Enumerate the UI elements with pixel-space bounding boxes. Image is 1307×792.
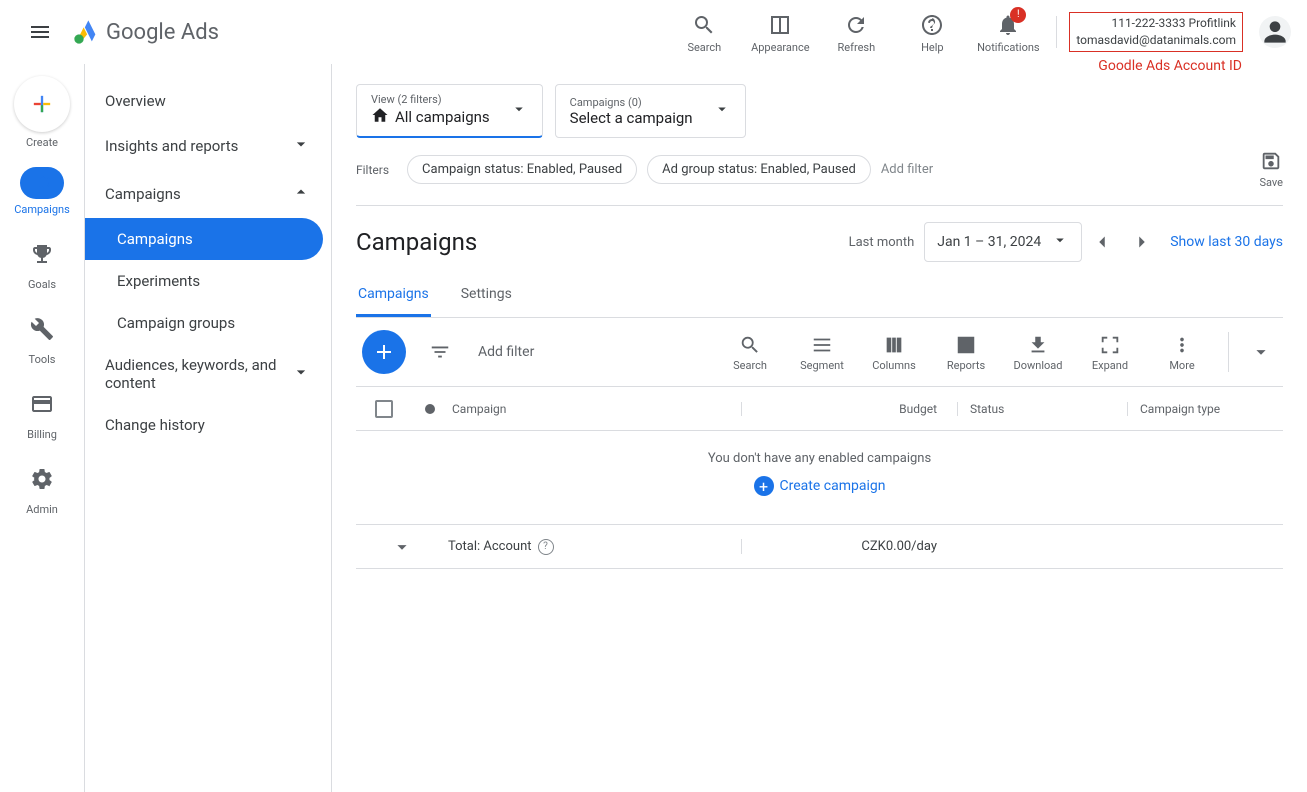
col-header-status[interactable]: Status bbox=[957, 402, 1127, 416]
campaign-dropdown[interactable]: Campaigns (0) Select a campaign bbox=[555, 84, 746, 138]
search-icon bbox=[692, 11, 716, 39]
sidebar-history[interactable]: Change history bbox=[85, 404, 331, 446]
refresh-button[interactable]: Refresh bbox=[820, 11, 892, 54]
sidebar-insights[interactable]: Insights and reports bbox=[85, 122, 331, 170]
tool-reports[interactable]: Reports bbox=[930, 333, 1002, 372]
view-dropdown[interactable]: View (2 filters) All campaigns bbox=[356, 84, 543, 138]
dropdown-arrow-icon bbox=[713, 100, 731, 122]
tool-segment[interactable]: Segment bbox=[786, 333, 858, 372]
plus-icon bbox=[14, 76, 70, 132]
sidebar-campaigns[interactable]: Campaigns bbox=[85, 170, 331, 218]
col-header-type[interactable]: Campaign type bbox=[1127, 402, 1283, 416]
tab-campaigns[interactable]: Campaigns bbox=[356, 274, 431, 317]
account-email-line: tomasdavid@datanimals.com bbox=[1076, 32, 1236, 49]
chevron-down-icon bbox=[291, 362, 311, 386]
chevron-down-icon bbox=[291, 134, 311, 158]
sidebar-sub-groups[interactable]: Campaign groups bbox=[85, 302, 331, 344]
dropdown-arrow-icon bbox=[510, 100, 528, 122]
rail-campaigns[interactable]: Campaigns bbox=[0, 167, 84, 216]
megaphone-icon bbox=[20, 167, 64, 199]
help-icon bbox=[920, 11, 944, 39]
rail-goals[interactable]: Goals bbox=[0, 234, 84, 291]
product-name: Google Ads bbox=[106, 20, 219, 45]
col-header-budget[interactable]: Budget bbox=[741, 402, 957, 416]
home-icon bbox=[371, 106, 389, 128]
rail-create[interactable]: Create bbox=[0, 76, 84, 149]
date-range-picker[interactable]: Jan 1 – 31, 2024 bbox=[924, 222, 1082, 262]
plus-circle-icon: + bbox=[754, 476, 774, 496]
account-id-line: 111-222-3333 Profitlink bbox=[1076, 15, 1236, 32]
download-icon bbox=[1027, 333, 1049, 357]
filter-chip-adgroup-status[interactable]: Ad group status: Enabled, Paused bbox=[647, 155, 871, 184]
empty-state-text: You don't have any enabled campaigns bbox=[356, 451, 1283, 466]
refresh-icon bbox=[844, 11, 868, 39]
tools-icon bbox=[22, 309, 62, 349]
total-row: Total: Account ? CZK0.00/day bbox=[356, 525, 1283, 569]
date-prev-button[interactable] bbox=[1082, 222, 1122, 262]
rail-admin[interactable]: Admin bbox=[0, 459, 84, 516]
tab-settings[interactable]: Settings bbox=[459, 274, 514, 317]
total-expand-toggle[interactable] bbox=[356, 536, 448, 558]
col-header-campaign[interactable]: Campaign bbox=[448, 402, 741, 416]
search-icon bbox=[739, 333, 761, 357]
user-avatar[interactable] bbox=[1259, 16, 1291, 48]
sidebar-sub-experiments[interactable]: Experiments bbox=[85, 260, 331, 302]
tool-columns[interactable]: Columns bbox=[858, 333, 930, 372]
reports-icon bbox=[955, 333, 977, 357]
account-info[interactable]: 111-222-3333 Profitlink tomasdavid@datan… bbox=[1069, 12, 1243, 52]
main-menu-button[interactable] bbox=[16, 8, 64, 56]
total-label: Total: Account bbox=[448, 539, 532, 554]
total-budget-value: CZK0.00/day bbox=[741, 539, 957, 554]
filters-label: Filters bbox=[356, 163, 389, 177]
account-annotation: Goodle Ads Account ID bbox=[1098, 57, 1242, 77]
chevron-up-icon bbox=[291, 182, 311, 206]
columns-icon bbox=[883, 333, 905, 357]
show-last-30-days-link[interactable]: Show last 30 days bbox=[1170, 234, 1283, 250]
dropdown-arrow-icon bbox=[1051, 231, 1069, 253]
tool-search[interactable]: Search bbox=[714, 333, 786, 372]
add-filter-input[interactable]: Add filter bbox=[462, 344, 642, 360]
collapse-panel-button[interactable] bbox=[1239, 330, 1283, 374]
sidebar-overview[interactable]: Overview bbox=[85, 80, 331, 122]
trophy-icon bbox=[22, 234, 62, 274]
filter-icon-button[interactable] bbox=[418, 330, 462, 374]
search-button[interactable]: Search bbox=[668, 11, 740, 54]
status-dot-header bbox=[425, 404, 435, 414]
expand-icon bbox=[1099, 333, 1121, 357]
appearance-button[interactable]: Appearance bbox=[744, 11, 816, 54]
sidebar-audiences[interactable]: Audiences, keywords, and content bbox=[85, 344, 331, 404]
tool-more[interactable]: More bbox=[1146, 333, 1218, 372]
notification-badge: ! bbox=[1010, 7, 1026, 23]
gear-icon bbox=[22, 459, 62, 499]
appearance-icon bbox=[768, 11, 792, 39]
notifications-button[interactable]: ! Notifications bbox=[972, 11, 1044, 54]
filter-chip-campaign-status[interactable]: Campaign status: Enabled, Paused bbox=[407, 155, 637, 184]
more-icon bbox=[1171, 333, 1193, 357]
page-title: Campaigns bbox=[356, 228, 477, 256]
google-ads-logo[interactable]: Google Ads bbox=[72, 18, 219, 46]
save-icon bbox=[1260, 150, 1282, 176]
rail-billing[interactable]: Billing bbox=[0, 384, 84, 441]
segment-icon bbox=[811, 333, 833, 357]
help-button[interactable]: Help bbox=[896, 11, 968, 54]
date-next-button[interactable] bbox=[1122, 222, 1162, 262]
sidebar-sub-campaigns[interactable]: Campaigns bbox=[85, 218, 323, 260]
rail-tools[interactable]: Tools bbox=[0, 309, 84, 366]
select-all-checkbox[interactable] bbox=[375, 400, 393, 418]
tool-expand[interactable]: Expand bbox=[1074, 333, 1146, 372]
help-tooltip-icon[interactable]: ? bbox=[538, 539, 554, 555]
card-icon bbox=[22, 384, 62, 424]
date-prefix: Last month bbox=[849, 235, 915, 250]
add-filter-link[interactable]: Add filter bbox=[881, 162, 933, 177]
add-campaign-fab[interactable] bbox=[362, 330, 406, 374]
save-button[interactable]: Save bbox=[1259, 150, 1283, 189]
create-campaign-link[interactable]: + Create campaign bbox=[754, 476, 886, 496]
table-header-row: Campaign Budget Status Campaign type bbox=[356, 387, 1283, 431]
tool-download[interactable]: Download bbox=[1002, 333, 1074, 372]
